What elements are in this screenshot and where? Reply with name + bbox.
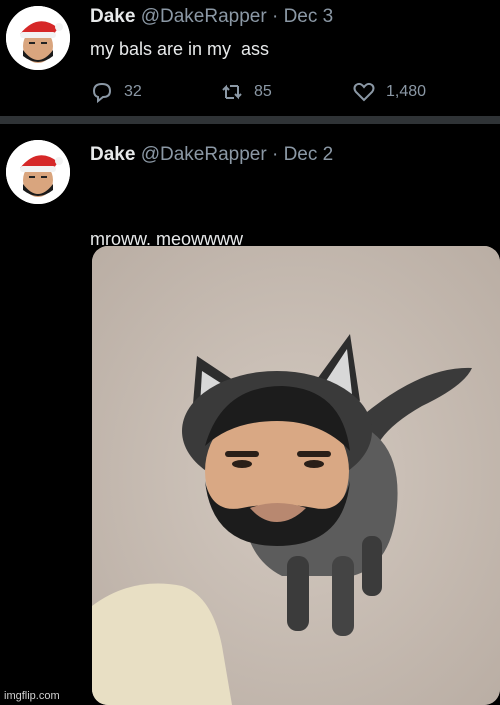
tweet-media-image[interactable] xyxy=(92,246,500,705)
tweet-2[interactable]: Dake @DakeRapper · Dec 2 mroww. meowwww … xyxy=(0,0,500,705)
imgflip-watermark: imgflip.com xyxy=(4,690,60,702)
cat-with-face-photo xyxy=(92,246,500,705)
separator: · xyxy=(271,144,279,165)
tweet-date[interactable]: Dec 2 xyxy=(284,144,334,165)
display-name[interactable]: Dake xyxy=(90,144,135,165)
tweet-header: Dake @DakeRapper · Dec 2 xyxy=(90,144,333,166)
avatar[interactable] xyxy=(6,140,70,204)
avatar-santa-face-icon xyxy=(6,140,70,204)
user-handle[interactable]: @DakeRapper xyxy=(141,144,267,165)
